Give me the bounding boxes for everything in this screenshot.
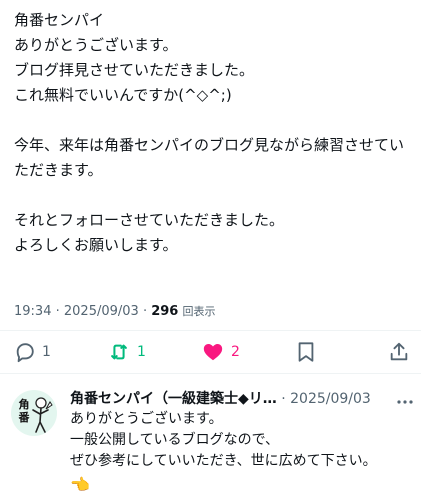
heart-icon — [203, 344, 223, 361]
repost-button[interactable]: 1 — [107, 340, 146, 364]
divider-bottom — [0, 373, 421, 374]
post-text: 角番センパイ ありがとうございます。 ブログ拝見させていただきました。 これ無料… — [14, 11, 405, 254]
like-count: 2 — [231, 344, 240, 360]
reply-date[interactable]: 2025/09/03 — [290, 391, 371, 407]
reply-header: 角番センパイ（一級建築士◆リ… · 2025/09/03 — [70, 391, 371, 407]
bookmark-button[interactable] — [296, 340, 316, 364]
bookmark-icon — [298, 342, 314, 362]
reply-icon — [16, 343, 34, 363]
reply-button[interactable]: 1 — [14, 340, 51, 364]
avatar[interactable]: 角番 — [11, 390, 57, 436]
reply-item[interactable]: 角番 角番センパイ（一級建築士◆リ… · 2025/09/03 ありがとうござい… — [0, 378, 421, 500]
reply-text: ありがとうございます。 一般公開しているブログなので、 ぜひ参考にしていいただき… — [70, 411, 377, 469]
post-time: 19:34 — [14, 304, 52, 319]
avatar-figure-icon — [32, 397, 53, 433]
pointing-hand-icon: 👈 — [70, 475, 90, 494]
reply-author[interactable]: 角番センパイ（一級建築士◆リ… — [70, 391, 277, 407]
more-options-button[interactable] — [397, 390, 413, 409]
post-date: 2025/09/03 — [63, 304, 139, 319]
share-icon — [390, 342, 408, 361]
divider-top — [0, 330, 421, 331]
like-button[interactable]: 2 — [201, 340, 240, 364]
share-button[interactable] — [388, 340, 410, 364]
repost-count: 1 — [137, 344, 146, 360]
more-icon — [397, 400, 413, 404]
view-label: 回表示 — [182, 305, 216, 318]
repost-icon — [111, 344, 127, 360]
reply-count: 1 — [42, 344, 51, 360]
action-bar: 1 1 2 — [0, 338, 421, 366]
view-count: 296 — [151, 304, 179, 319]
post-meta: 19:34 · 2025/09/03 · 296 回表示 — [14, 304, 216, 319]
